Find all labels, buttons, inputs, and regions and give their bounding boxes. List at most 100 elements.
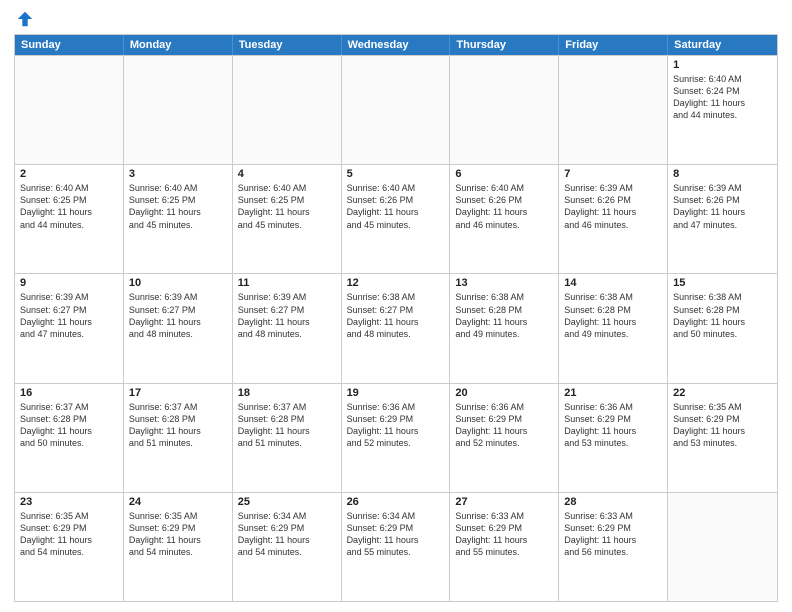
calendar-cell: 20 Sunrise: 6:36 AM Sunset: 6:29 PM Dayli… (450, 384, 559, 492)
calendar-cell (233, 56, 342, 164)
day-number: 10 (129, 277, 227, 289)
day-number: 3 (129, 168, 227, 180)
day-info: Sunrise: 6:37 AM Sunset: 6:28 PM Dayligh… (129, 401, 227, 450)
calendar-cell (124, 56, 233, 164)
calendar-cell: 7 Sunrise: 6:39 AM Sunset: 6:26 PM Daylig… (559, 165, 668, 273)
calendar-cell: 12Sunrise: 6:38 AM Sunset: 6:27 PM Dayli… (342, 274, 451, 382)
calendar-cell: 24 Sunrise: 6:35 AM Sunset: 6:29 PM Dayli… (124, 493, 233, 601)
day-info: Sunrise: 6:35 AM Sunset: 6:29 PM Dayligh… (129, 510, 227, 559)
calendar-cell: 16 Sunrise: 6:37 AM Sunset: 6:28 PM Dayli… (15, 384, 124, 492)
calendar-cell (450, 56, 559, 164)
day-info: Sunrise: 6:36 AM Sunset: 6:29 PM Dayligh… (455, 401, 553, 450)
day-number: 13 (455, 277, 553, 289)
day-number: 28 (564, 496, 662, 508)
day-info: Sunrise: 6:40 AM Sunset: 6:25 PM Dayligh… (238, 182, 336, 231)
day-number: 27 (455, 496, 553, 508)
calendar-cell: 11 Sunrise: 6:39 AM Sunset: 6:27 PM Dayli… (233, 274, 342, 382)
day-info: Sunrise: 6:37 AM Sunset: 6:28 PM Dayligh… (20, 401, 118, 450)
day-info: Sunrise: 6:39 AM Sunset: 6:27 PM Dayligh… (129, 291, 227, 340)
day-number: 9 (20, 277, 118, 289)
calendar-cell (15, 56, 124, 164)
day-number: 23 (20, 496, 118, 508)
day-number: 11 (238, 277, 336, 289)
calendar-cell: 2 Sunrise: 6:40 AM Sunset: 6:25 PM Daylig… (15, 165, 124, 273)
weekday-header-sunday: Sunday (15, 35, 124, 55)
day-number: 24 (129, 496, 227, 508)
day-number: 8 (673, 168, 772, 180)
day-info: Sunrise: 6:39 AM Sunset: 6:27 PM Dayligh… (238, 291, 336, 340)
calendar-cell: 6 Sunrise: 6:40 AM Sunset: 6:26 PM Daylig… (450, 165, 559, 273)
weekday-header-tuesday: Tuesday (233, 35, 342, 55)
day-info: Sunrise: 6:38 AM Sunset: 6:28 PM Dayligh… (564, 291, 662, 340)
day-info: Sunrise: 6:40 AM Sunset: 6:24 PM Dayligh… (673, 73, 772, 122)
day-number: 25 (238, 496, 336, 508)
day-number: 4 (238, 168, 336, 180)
weekday-header-monday: Monday (124, 35, 233, 55)
day-info: Sunrise: 6:39 AM Sunset: 6:26 PM Dayligh… (564, 182, 662, 231)
day-info: Sunrise: 6:40 AM Sunset: 6:26 PM Dayligh… (455, 182, 553, 231)
day-info: Sunrise: 6:38 AM Sunset: 6:28 PM Dayligh… (455, 291, 553, 340)
page: SundayMondayTuesdayWednesdayThursdayFrid… (0, 0, 792, 612)
calendar-cell: 13 Sunrise: 6:38 AM Sunset: 6:28 PM Dayli… (450, 274, 559, 382)
calendar: SundayMondayTuesdayWednesdayThursdayFrid… (14, 34, 778, 602)
calendar-cell: 3Sunrise: 6:40 AM Sunset: 6:25 PM Daylig… (124, 165, 233, 273)
calendar-body: 1 Sunrise: 6:40 AM Sunset: 6:24 PM Daylig… (15, 55, 777, 601)
calendar-cell: 18Sunrise: 6:37 AM Sunset: 6:28 PM Dayli… (233, 384, 342, 492)
day-number: 20 (455, 387, 553, 399)
calendar-cell: 8 Sunrise: 6:39 AM Sunset: 6:26 PM Daylig… (668, 165, 777, 273)
day-number: 15 (673, 277, 772, 289)
day-info: Sunrise: 6:36 AM Sunset: 6:29 PM Dayligh… (564, 401, 662, 450)
calendar-week-5: 23 Sunrise: 6:35 AM Sunset: 6:29 PM Dayli… (15, 492, 777, 601)
calendar-cell: 28 Sunrise: 6:33 AM Sunset: 6:29 PM Dayli… (559, 493, 668, 601)
day-number: 16 (20, 387, 118, 399)
day-info: Sunrise: 6:38 AM Sunset: 6:28 PM Dayligh… (673, 291, 772, 340)
day-info: Sunrise: 6:36 AM Sunset: 6:29 PM Dayligh… (347, 401, 445, 450)
calendar-cell (342, 56, 451, 164)
calendar-week-4: 16 Sunrise: 6:37 AM Sunset: 6:28 PM Dayli… (15, 383, 777, 492)
day-number: 14 (564, 277, 662, 289)
header (14, 10, 778, 28)
day-info: Sunrise: 6:33 AM Sunset: 6:29 PM Dayligh… (564, 510, 662, 559)
day-info: Sunrise: 6:34 AM Sunset: 6:29 PM Dayligh… (347, 510, 445, 559)
day-number: 1 (673, 59, 772, 71)
day-info: Sunrise: 6:39 AM Sunset: 6:26 PM Dayligh… (673, 182, 772, 231)
calendar-week-2: 2 Sunrise: 6:40 AM Sunset: 6:25 PM Daylig… (15, 164, 777, 273)
day-info: Sunrise: 6:35 AM Sunset: 6:29 PM Dayligh… (673, 401, 772, 450)
logo-icon (16, 10, 34, 28)
calendar-week-1: 1 Sunrise: 6:40 AM Sunset: 6:24 PM Daylig… (15, 55, 777, 164)
calendar-cell: 27 Sunrise: 6:33 AM Sunset: 6:29 PM Dayli… (450, 493, 559, 601)
calendar-cell: 22 Sunrise: 6:35 AM Sunset: 6:29 PM Dayli… (668, 384, 777, 492)
weekday-header-wednesday: Wednesday (342, 35, 451, 55)
calendar-cell (668, 493, 777, 601)
calendar-cell: 4 Sunrise: 6:40 AM Sunset: 6:25 PM Daylig… (233, 165, 342, 273)
calendar-cell: 1 Sunrise: 6:40 AM Sunset: 6:24 PM Daylig… (668, 56, 777, 164)
calendar-cell: 5 Sunrise: 6:40 AM Sunset: 6:26 PM Daylig… (342, 165, 451, 273)
day-number: 26 (347, 496, 445, 508)
day-number: 18 (238, 387, 336, 399)
day-number: 6 (455, 168, 553, 180)
calendar-cell: 21Sunrise: 6:36 AM Sunset: 6:29 PM Dayli… (559, 384, 668, 492)
day-number: 2 (20, 168, 118, 180)
calendar-cell: 26 Sunrise: 6:34 AM Sunset: 6:29 PM Dayli… (342, 493, 451, 601)
day-number: 5 (347, 168, 445, 180)
weekday-header-thursday: Thursday (450, 35, 559, 55)
day-info: Sunrise: 6:40 AM Sunset: 6:25 PM Dayligh… (20, 182, 118, 231)
calendar-cell: 23 Sunrise: 6:35 AM Sunset: 6:29 PM Dayli… (15, 493, 124, 601)
calendar-cell (559, 56, 668, 164)
day-info: Sunrise: 6:34 AM Sunset: 6:29 PM Dayligh… (238, 510, 336, 559)
day-info: Sunrise: 6:40 AM Sunset: 6:26 PM Dayligh… (347, 182, 445, 231)
day-number: 12 (347, 277, 445, 289)
day-info: Sunrise: 6:35 AM Sunset: 6:29 PM Dayligh… (20, 510, 118, 559)
calendar-header: SundayMondayTuesdayWednesdayThursdayFrid… (15, 35, 777, 55)
calendar-cell: 15 Sunrise: 6:38 AM Sunset: 6:28 PM Dayli… (668, 274, 777, 382)
calendar-cell: 19 Sunrise: 6:36 AM Sunset: 6:29 PM Dayli… (342, 384, 451, 492)
calendar-cell: 10 Sunrise: 6:39 AM Sunset: 6:27 PM Dayli… (124, 274, 233, 382)
day-number: 19 (347, 387, 445, 399)
day-number: 7 (564, 168, 662, 180)
calendar-week-3: 9 Sunrise: 6:39 AM Sunset: 6:27 PM Daylig… (15, 273, 777, 382)
logo (14, 10, 34, 28)
calendar-cell: 25 Sunrise: 6:34 AM Sunset: 6:29 PM Dayli… (233, 493, 342, 601)
day-info: Sunrise: 6:33 AM Sunset: 6:29 PM Dayligh… (455, 510, 553, 559)
day-number: 22 (673, 387, 772, 399)
calendar-cell: 9Sunrise: 6:39 AM Sunset: 6:27 PM Daylig… (15, 274, 124, 382)
